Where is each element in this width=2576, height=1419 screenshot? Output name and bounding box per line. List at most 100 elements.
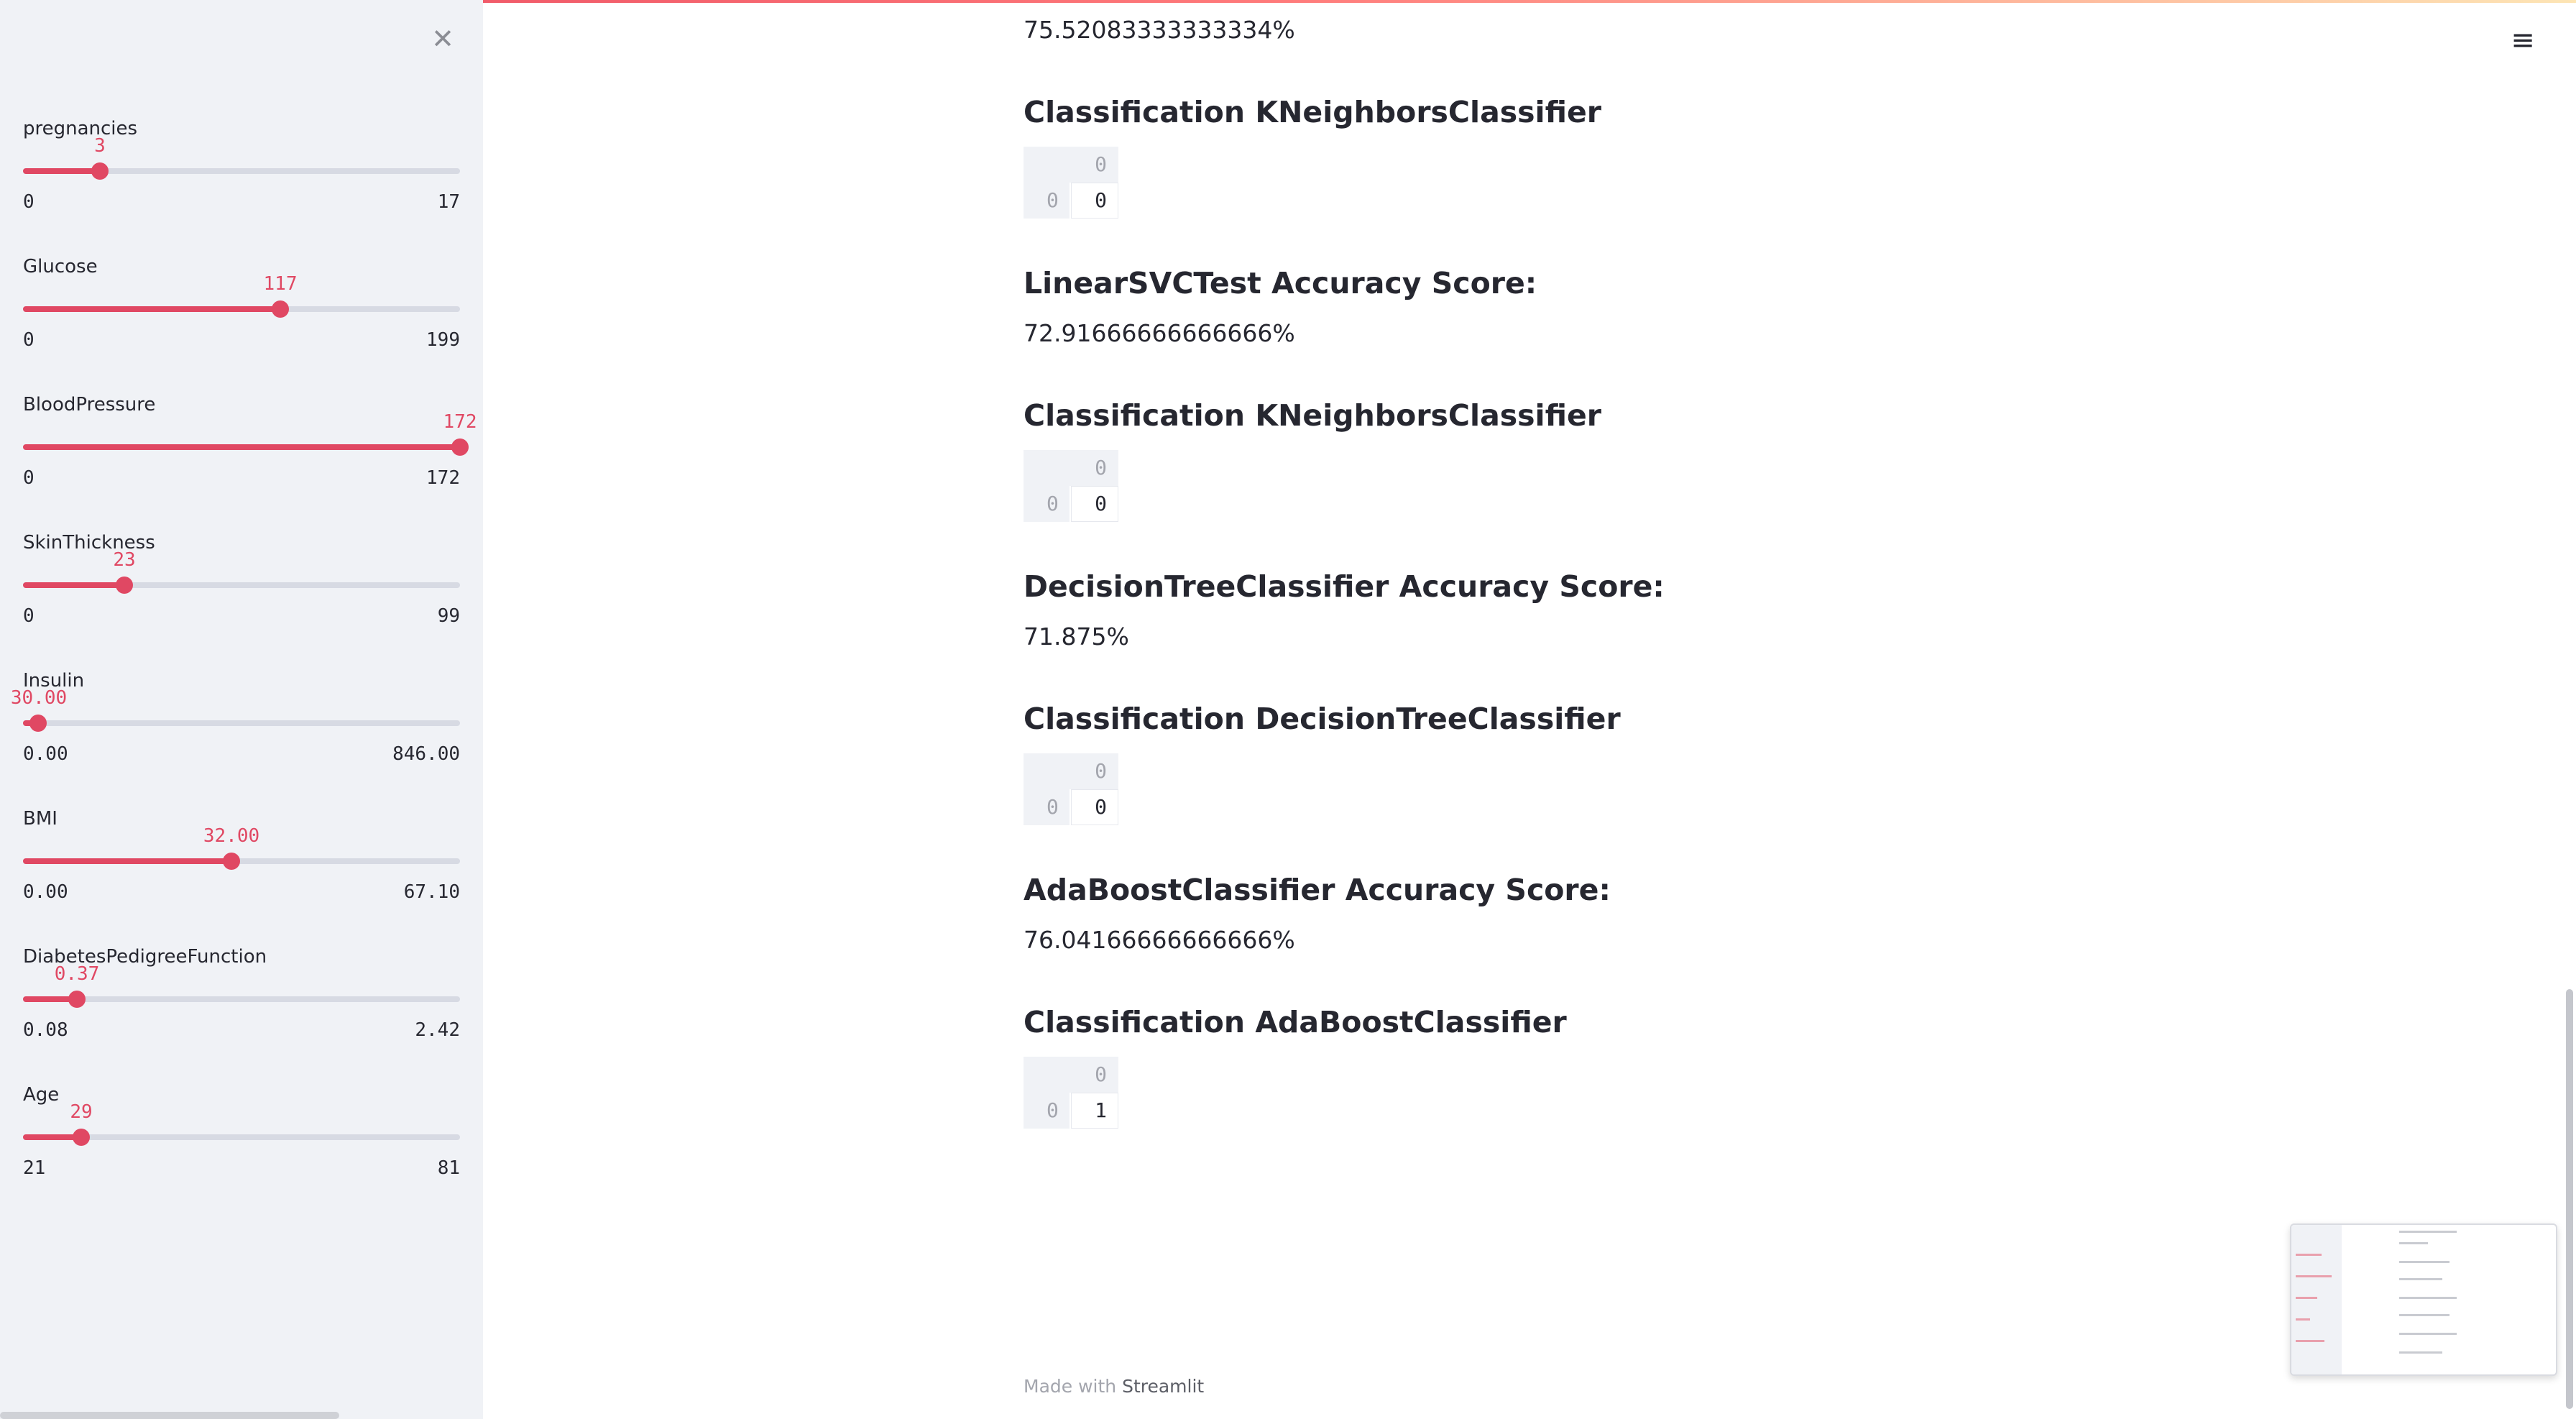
slider-bmi[interactable]: BMI 32.00 0.00 67.10 (23, 808, 460, 916)
slider-bloodpressure[interactable]: BloodPressure 172 0 172 (23, 394, 477, 502)
slider-fill (23, 444, 460, 450)
knn-classification-header: Classification KNeighborsClassifier (1024, 95, 1602, 129)
column-header: 0 (1095, 759, 1107, 783)
slider-glucose[interactable]: Glucose 117 0 199 (23, 256, 460, 364)
thumbnail-slider (2296, 1340, 2324, 1342)
slider-thumb[interactable] (451, 438, 469, 456)
thumbnail-line (2399, 1351, 2442, 1354)
thumbnail-line (2399, 1261, 2450, 1263)
slider-thumb[interactable] (223, 853, 240, 870)
slider-value: 117 (263, 273, 298, 295)
slider-thumb[interactable] (68, 991, 86, 1008)
row-index: 0 (1046, 795, 1059, 819)
slider-track[interactable] (23, 720, 460, 726)
knn-classification-header-2: Classification KNeighborsClassifier (1024, 398, 1602, 433)
footer-prefix: Made with (1024, 1376, 1123, 1397)
thumbnail-slider (2296, 1254, 2322, 1256)
slider-value: 172 (443, 411, 477, 433)
knn-classification-table[interactable]: 0 0 0 (1024, 147, 1118, 219)
slider-insulin[interactable]: Insulin 30.00 0.00 846.00 (11, 670, 460, 778)
slider-label: Glucose (23, 256, 98, 277)
column-header: 0 (1095, 1062, 1107, 1086)
thumbnail-sidebar (2291, 1225, 2342, 1374)
slider-min: 0 (23, 191, 34, 213)
linearsvc-accuracy-value: 72.91666666666666% (1024, 319, 1295, 347)
slider-fill (23, 582, 124, 588)
slider-label: BMI (23, 808, 58, 830)
knn-accuracy-value: 75.52083333333334% (1024, 16, 1295, 44)
thumbnail-line (2399, 1231, 2457, 1233)
slider-value: 30.00 (10, 687, 68, 709)
slider-min: 0 (23, 605, 34, 627)
page-thumbnail-preview (2290, 1223, 2557, 1376)
linearsvc-accuracy-header: LinearSVCTest Accuracy Score: (1024, 266, 1537, 300)
thumbnail-slider (2296, 1318, 2310, 1321)
slider-max: 99 (437, 605, 460, 627)
cell-value: 1 (1095, 1098, 1107, 1122)
thumbnail-line (2399, 1242, 2428, 1244)
close-icon[interactable]: ✕ (428, 24, 457, 53)
knn-classification-table-2[interactable]: 0 0 0 (1024, 450, 1118, 522)
adaboost-classification-header: Classification AdaBoostClassifier (1024, 1005, 1567, 1039)
slider-min: 21 (23, 1157, 46, 1179)
decisiontree-classification-header: Classification DecisionTreeClassifier (1024, 702, 1621, 736)
slider-diabetespedigreefunction[interactable]: DiabetesPedigreeFunction 0.37 0.08 2.42 (23, 946, 460, 1054)
slider-fill (23, 168, 100, 174)
decisiontree-classification-table[interactable]: 0 0 0 (1024, 753, 1118, 825)
adaboost-accuracy-value: 76.04166666666666% (1024, 926, 1295, 954)
row-index: 0 (1046, 188, 1059, 212)
decisiontree-accuracy-header: DecisionTreeClassifier Accuracy Score: (1024, 569, 1665, 604)
decisiontree-accuracy-value: 71.875% (1024, 623, 1129, 651)
slider-min: 0.00 (23, 881, 68, 903)
row-index: 0 (1046, 1098, 1059, 1122)
slider-fill (23, 858, 231, 864)
cell-value: 0 (1095, 492, 1107, 515)
hamburger-menu-icon[interactable]: ≡ (2508, 26, 2537, 55)
slider-thumb[interactable] (73, 1129, 90, 1146)
slider-age[interactable]: Age 29 21 81 (23, 1084, 460, 1192)
slider-max: 172 (426, 467, 460, 489)
thumbnail-slider (2296, 1297, 2317, 1299)
adaboost-accuracy-header: AdaBoostClassifier Accuracy Score: (1024, 873, 1611, 907)
footer: Made with Streamlit (1024, 1376, 1204, 1397)
slider-thumb[interactable] (29, 715, 47, 732)
slider-skinthickness[interactable]: SkinThickness 23 0 99 (23, 532, 460, 640)
slider-fill (23, 306, 280, 312)
slider-max: 199 (426, 329, 460, 351)
column-header: 0 (1095, 456, 1107, 479)
slider-max: 17 (437, 191, 460, 213)
slider-thumb[interactable] (91, 162, 109, 180)
sidebar: ✕ pregnancies 3 0 17 Glucose 117 0 199 B… (0, 0, 483, 1419)
adaboost-classification-table[interactable]: 0 0 1 (1024, 1057, 1118, 1129)
streamlit-link[interactable]: Streamlit (1122, 1376, 1204, 1397)
slider-max: 67.10 (403, 881, 460, 903)
slider-min: 0.00 (23, 743, 68, 765)
slider-track[interactable] (23, 996, 460, 1002)
thumbnail-line (2399, 1333, 2457, 1335)
column-header: 0 (1095, 152, 1107, 176)
sidebar-horizontal-scrollbar[interactable] (0, 1412, 339, 1419)
slider-max: 846.00 (392, 743, 460, 765)
slider-max: 2.42 (415, 1019, 460, 1041)
slider-label: BloodPressure (23, 394, 156, 415)
slider-min: 0.08 (23, 1019, 68, 1041)
thumbnail-line (2399, 1278, 2442, 1280)
slider-min: 0 (23, 467, 34, 489)
thumbnail-line (2399, 1297, 2457, 1299)
thumbnail-line (2399, 1314, 2450, 1316)
slider-value: 32.00 (203, 825, 260, 847)
slider-value: 3 (94, 135, 106, 157)
slider-thumb[interactable] (116, 577, 133, 594)
main-vertical-scrollbar[interactable] (2566, 989, 2573, 1409)
slider-value: 29 (70, 1101, 93, 1123)
row-index: 0 (1046, 492, 1059, 515)
slider-value: 0.37 (54, 963, 100, 985)
slider-value: 23 (113, 549, 136, 571)
cell-value: 0 (1095, 795, 1107, 819)
slider-min: 0 (23, 329, 34, 351)
slider-pregnancies[interactable]: pregnancies 3 0 17 (23, 118, 460, 226)
slider-thumb[interactable] (272, 300, 289, 318)
thumbnail-slider (2296, 1275, 2332, 1277)
slider-label: pregnancies (23, 118, 138, 139)
cell-value: 0 (1095, 188, 1107, 212)
